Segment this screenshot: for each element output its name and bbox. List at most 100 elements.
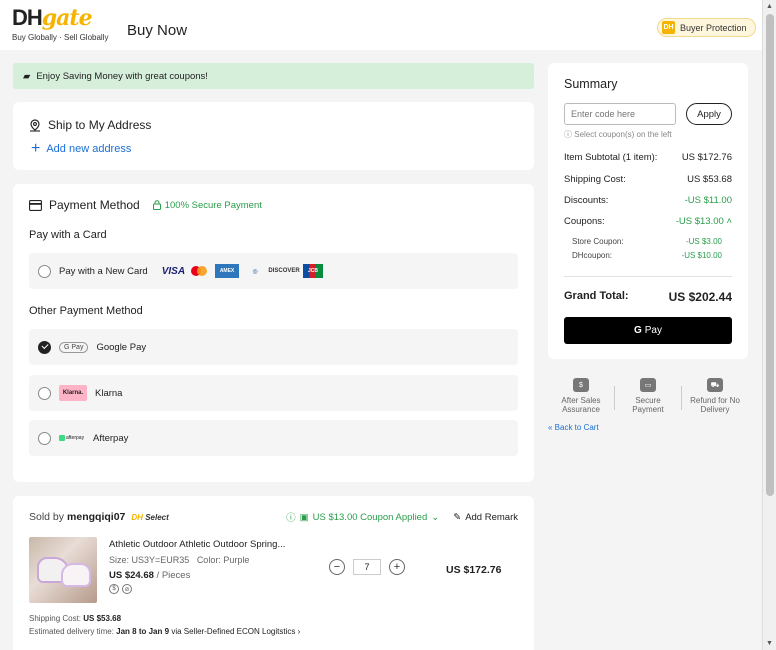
- buyer-protection-badge[interactable]: DH Buyer Protection: [657, 18, 756, 37]
- dh-shield-icon: DH: [662, 21, 675, 34]
- grand-total-row: Grand Total: US $202.44: [564, 290, 732, 304]
- grand-total-label: Grand Total:: [564, 290, 629, 302]
- google-pay-label: Google Pay: [96, 341, 147, 353]
- summary-divider: [564, 276, 732, 277]
- quantity-stepper: − 7 +: [329, 559, 405, 575]
- secure-payment-note: 100% Secure Payment: [152, 199, 262, 211]
- scroll-down-arrow-icon[interactable]: ▼: [766, 640, 773, 647]
- decrease-quantity-button[interactable]: −: [329, 559, 345, 575]
- increase-quantity-button[interactable]: +: [389, 559, 405, 575]
- scroll-up-arrow-icon[interactable]: ▲: [766, 3, 773, 10]
- payment-title-text: Payment Method: [49, 198, 140, 212]
- afterpay-option[interactable]: afterpay Afterpay: [29, 420, 518, 456]
- summary-title: Summary: [564, 77, 618, 91]
- card-brand-logos: VISA AMEX ◎ DISCOVER JCB: [161, 264, 324, 278]
- lock-icon: [152, 200, 161, 210]
- unit-price-value: US $24.68: [109, 570, 154, 581]
- buyer-protection-label: Buyer Protection: [680, 22, 747, 33]
- plus-icon: +: [31, 140, 41, 157]
- summary-subtotal-row: Item Subtotal (1 item): US $172.76: [564, 152, 732, 163]
- klarna-radio[interactable]: [38, 386, 51, 400]
- top-header: DHgate Buy Globally · Sell Globally Buy …: [0, 0, 762, 50]
- google-g-icon: G: [633, 325, 642, 336]
- logo-tagline: Buy Globally · Sell Globally: [12, 33, 109, 42]
- address-title-text: Ship to My Address: [48, 118, 152, 132]
- payment-section-title: Payment Method 100% Secure Payment: [29, 198, 262, 212]
- new-card-option[interactable]: Pay with a New Card VISA AMEX ◎ DISCOVER…: [29, 253, 518, 289]
- add-remark-button[interactable]: ✎ Add Remark: [453, 512, 518, 523]
- afterpay-label: Afterpay: [93, 432, 129, 444]
- other-payment-heading: Other Payment Method: [29, 305, 143, 317]
- google-pay-option[interactable]: G Pay Google Pay: [29, 329, 518, 365]
- add-address-label: Add new address: [46, 143, 132, 155]
- seller-header: Sold by mengqiqi07 DH Select ⓘ ▣ US $13.…: [29, 510, 518, 524]
- add-remark-label: Add Remark: [465, 511, 518, 523]
- secure-payment-text: 100% Secure Payment: [164, 199, 262, 211]
- delivery-estimate[interactable]: Estimated delivery time: Jan 8 to Jan 9 …: [29, 627, 300, 636]
- product-size: Size: US3Y=EUR35: [109, 555, 190, 565]
- product-thumbnail[interactable]: [29, 537, 97, 603]
- order-summary-card: Summary Apply ⓘ Select coupon(s) on the …: [548, 63, 748, 359]
- logo-dh: DH: [12, 5, 43, 30]
- chevron-up-icon: ˄: [726, 216, 732, 227]
- address-section-title: Ship to My Address: [29, 118, 151, 132]
- quantity-input[interactable]: 7: [353, 559, 381, 575]
- new-card-radio[interactable]: [38, 264, 51, 278]
- address-card: Ship to My Address + Add new address: [13, 102, 534, 170]
- truck-icon: ⛟: [707, 378, 723, 392]
- guarantee-icons: $ ⊘: [109, 584, 132, 594]
- page-title: Buy Now: [127, 22, 188, 39]
- sold-by-label: Sold by: [29, 511, 65, 523]
- payment-method-card: Payment Method 100% Secure Payment Pay w…: [13, 184, 534, 482]
- seller-order-card: Sold by mengqiqi07 DH Select ⓘ ▣ US $13.…: [13, 496, 534, 650]
- product-color: Color: Purple: [196, 555, 250, 565]
- line-total: US $172.76: [446, 564, 502, 576]
- coupon-banner: ▰ Enjoy Saving Money with great coupons!: [13, 63, 534, 89]
- klarna-logo-icon: Klarna.: [59, 385, 87, 401]
- dhgate-logo[interactable]: DHgate Buy Globally · Sell Globally: [12, 5, 109, 43]
- gpay-button-label: Pay: [644, 325, 662, 336]
- dhcoupon-row: DHcoupon: -US $10.00: [572, 251, 722, 260]
- secure-payment-assurance[interactable]: ▭ Secure Payment: [615, 378, 681, 414]
- credit-card-icon: [29, 199, 42, 211]
- return-guarantee-icon: ⊘: [122, 584, 132, 594]
- add-new-address-link[interactable]: + Add new address: [31, 140, 132, 157]
- seller-name[interactable]: mengqiqi07: [67, 511, 125, 523]
- refund-assurance[interactable]: ⛟ Refund for No Delivery: [682, 378, 748, 414]
- after-sales-assurance[interactable]: $ After Sales Assurance: [548, 378, 614, 414]
- summary-shipping-row: Shipping Cost: US $53.68: [564, 174, 732, 185]
- product-title[interactable]: Athletic Outdoor Athletic Outdoor Spring…: [109, 539, 309, 550]
- summary-coupons-row[interactable]: Coupons: -US $13.00 ˄: [564, 216, 732, 227]
- product-variant: Size: US3Y=EUR35 Color: Purple: [109, 555, 249, 565]
- new-card-label: Pay with a New Card: [59, 265, 148, 277]
- back-to-cart-link[interactable]: « Back to Cart: [548, 423, 599, 432]
- google-pay-radio[interactable]: [38, 340, 51, 354]
- chevron-right-icon: ›: [297, 627, 301, 636]
- grand-total-value: US $202.44: [668, 290, 732, 304]
- shield-guarantee-icon: $: [109, 584, 119, 594]
- shipping-cost-line: Shipping Cost: US $53.68: [29, 614, 122, 623]
- coupon-code-input[interactable]: [564, 103, 676, 125]
- mastercard-logo-icon: [191, 264, 209, 278]
- google-pay-button[interactable]: G Pay: [564, 317, 732, 344]
- amex-logo-icon: AMEX: [215, 264, 240, 278]
- vertical-scrollbar[interactable]: ▲ ▼: [762, 0, 776, 650]
- location-pin-icon: [30, 118, 40, 132]
- klarna-option[interactable]: Klarna. Klarna: [29, 375, 518, 411]
- klarna-label: Klarna: [95, 387, 123, 399]
- coupon-applied-text: US $13.00 Coupon Applied: [312, 511, 428, 523]
- product-unit-price: US $24.68 / Pieces: [109, 570, 190, 581]
- coupon-applied-dropdown[interactable]: ⓘ ▣ US $13.00 Coupon Applied ⌄: [286, 510, 439, 525]
- apply-coupon-button[interactable]: Apply: [686, 103, 732, 125]
- unit-label: / Pieces: [156, 570, 191, 581]
- visa-logo-icon: VISA: [161, 265, 186, 277]
- afterpay-logo-icon: afterpay: [59, 433, 85, 443]
- store-coupon-row: Store Coupon: -US $3.00: [572, 237, 722, 246]
- ticket-icon: ▰: [23, 70, 31, 82]
- coupon-banner-text: Enjoy Saving Money with great coupons!: [36, 70, 208, 82]
- logo-gate: gate: [41, 5, 93, 31]
- afterpay-radio[interactable]: [38, 431, 51, 445]
- scroll-thumb[interactable]: [766, 14, 774, 496]
- shield-dollar-icon: $: [573, 378, 589, 392]
- shipping-cost-value: US $53.68: [83, 614, 122, 623]
